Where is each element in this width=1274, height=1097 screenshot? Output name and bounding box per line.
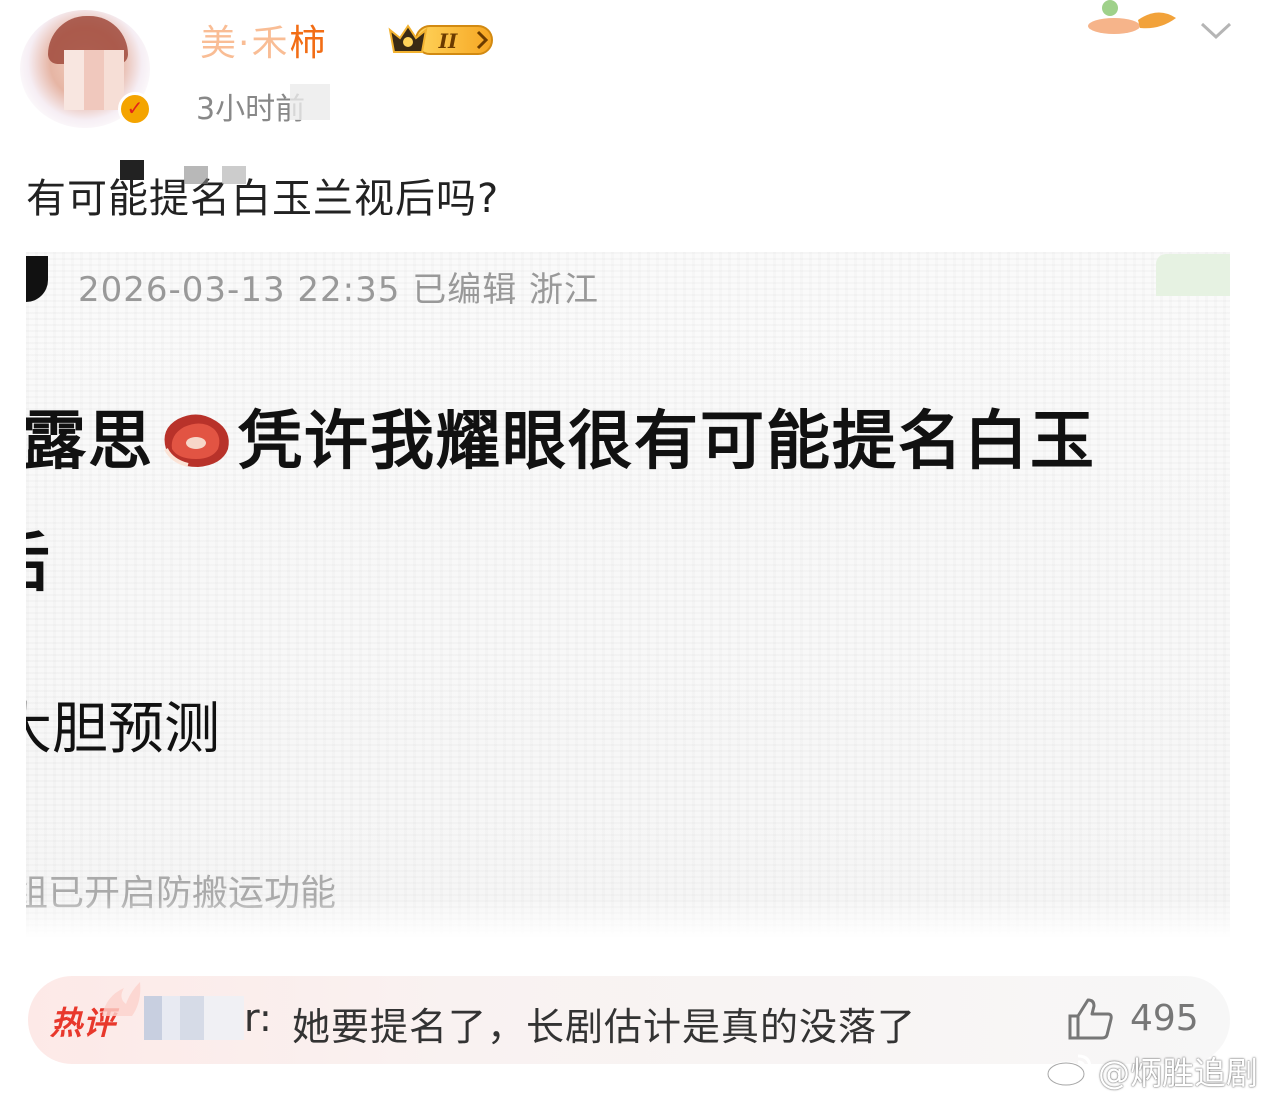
decoration-icon	[1088, 0, 1176, 34]
hot-comment-text: 她要提名了，长剧估计是真的没落了	[292, 1005, 917, 1049]
text-mosaic	[222, 166, 246, 184]
embedded-screenshot[interactable]: 2026-03-13 22:35 已编辑 浙江 露思 凭许我耀眼很有可能提名白玉…	[26, 252, 1230, 938]
screenshot-headline: 露思 凭许我耀眼很有可能提名白玉	[26, 390, 1096, 482]
watermark: @炳胜追剧	[1098, 1054, 1259, 1092]
screenshot-subtext: 大胆预测	[26, 697, 220, 762]
thumbs-up-icon[interactable]	[1066, 996, 1114, 1042]
text-mosaic	[184, 166, 208, 184]
level-badge-text: II	[438, 29, 458, 53]
screenshot-texture	[26, 252, 1230, 938]
weibo-logo-icon	[1046, 1054, 1092, 1086]
verified-icon: ✓	[118, 92, 152, 126]
post-time: 3小时前	[196, 92, 306, 127]
text-mosaic	[120, 160, 144, 180]
crown-badge-icon[interactable]: II	[386, 20, 498, 60]
screenshot-meta: 2026-03-13 22:35 已编辑 浙江	[78, 270, 599, 310]
commenter-name[interactable]: r:	[244, 996, 272, 1040]
commenter-mosaic	[144, 996, 244, 1040]
like-count: 495	[1130, 998, 1199, 1039]
screenshot-edge	[1156, 254, 1230, 296]
flame-icon	[102, 982, 141, 1016]
username-mosaic	[198, 24, 288, 60]
screenshot-headline-cont: 后	[26, 512, 50, 604]
headline-rest: 凭许我耀眼很有可能提名白玉	[238, 405, 1096, 479]
screenshot-fade	[26, 898, 1230, 938]
headline-prefix: 露思	[26, 405, 154, 479]
meat-emoji-icon	[164, 414, 229, 467]
post-text: 有可能提名白玉兰视后吗?	[26, 176, 500, 222]
chevron-down-icon[interactable]	[1198, 18, 1234, 42]
time-mosaic	[290, 84, 330, 120]
avatar-mosaic	[64, 50, 124, 110]
